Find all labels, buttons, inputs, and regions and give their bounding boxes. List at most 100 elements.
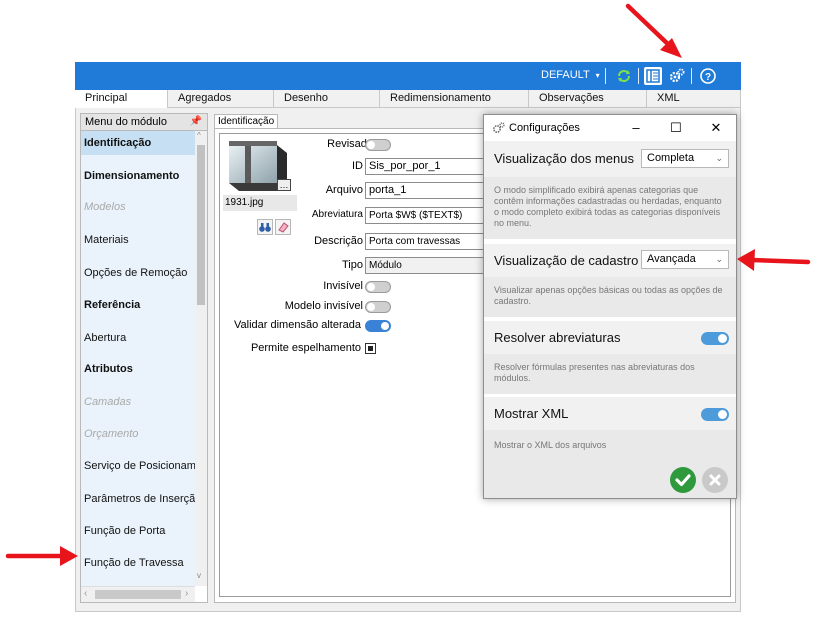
chevron-down-icon: ⌄ bbox=[715, 254, 723, 264]
confirm-button[interactable] bbox=[670, 467, 696, 493]
cancel-button[interactable] bbox=[702, 467, 728, 493]
eraser-icon[interactable] bbox=[275, 219, 291, 235]
annotation-arrow-settings bbox=[625, 3, 682, 58]
scroll-down-icon[interactable]: v bbox=[197, 571, 201, 580]
tab-desenho[interactable]: Desenho bbox=[274, 90, 380, 108]
toolbar-separator bbox=[638, 68, 639, 84]
help-icon[interactable]: ? bbox=[699, 67, 717, 85]
abreviatura-field[interactable]: Porta $W$ ($TEXT$) bbox=[365, 207, 485, 224]
arquivo-field[interactable]: porta_1 bbox=[365, 182, 485, 199]
tab-redimensionamento[interactable]: Redimensionamento bbox=[380, 90, 529, 108]
mostrar-xml-toggle[interactable] bbox=[701, 408, 729, 421]
binoculars-icon[interactable] bbox=[257, 219, 273, 235]
resolver-abreviaturas-label: Resolver abreviaturas bbox=[494, 330, 621, 345]
scroll-left-icon[interactable]: ‹ bbox=[84, 588, 87, 599]
menu-item-funcao-porta[interactable]: Função de Porta bbox=[81, 519, 195, 543]
layout-icon[interactable] bbox=[644, 67, 662, 85]
permite-espelhamento-label: Permite espelhamento bbox=[250, 342, 361, 354]
config-dialog-titlebar: Configurações – ☐ ✕ bbox=[484, 115, 736, 141]
menu-vertical-scrollbar[interactable]: ^ v bbox=[195, 131, 207, 586]
menu-item-materiais[interactable]: Materiais bbox=[81, 228, 195, 252]
descricao-label: Descrição bbox=[314, 235, 363, 247]
menu-item-referencia[interactable]: Referência bbox=[81, 293, 195, 317]
visualizacao-menus-select[interactable]: Completa ⌄ bbox=[641, 149, 729, 168]
annotation-arrow-cadastro bbox=[737, 249, 811, 271]
tab-xml[interactable]: XML bbox=[647, 90, 741, 108]
tipo-label: Tipo bbox=[342, 259, 363, 271]
id-label: ID bbox=[352, 160, 363, 172]
abreviaturas-desc-row: Resolver fórmulas presentes nas abreviat… bbox=[484, 354, 736, 394]
mostrar-xml-desc: Mostrar o XML dos arquivos bbox=[494, 440, 607, 450]
cadastro-desc-row: Visualizar apenas opções básicas ou toda… bbox=[484, 277, 736, 317]
toolbar-separator bbox=[691, 68, 692, 84]
profile-dropdown[interactable]: DEFAULT ▾ bbox=[541, 69, 600, 81]
chevron-down-icon: ⌄ bbox=[715, 153, 723, 163]
scrollbar-thumb[interactable] bbox=[197, 145, 205, 305]
tab-observacoes[interactable]: Observações bbox=[529, 90, 647, 108]
config-dialog-title: Configurações bbox=[509, 122, 580, 134]
menu-item-identificacao[interactable]: Identificação bbox=[81, 131, 195, 155]
menu-item-parametros-insercao[interactable]: Parâmetros de Inserção bbox=[81, 487, 195, 511]
visualizacao-menus-desc: O modo simplificado exibirá apenas categ… bbox=[494, 185, 722, 228]
config-dialog: Configurações – ☐ ✕ Visualização dos men… bbox=[483, 114, 737, 499]
x-icon bbox=[709, 474, 721, 486]
visualizacao-cadastro-desc: Visualizar apenas opções básicas ou toda… bbox=[494, 285, 723, 306]
module-menu-header: Menu do módulo 📌 bbox=[81, 114, 207, 131]
scrollbar-thumb[interactable] bbox=[95, 590, 181, 599]
svg-text:?: ? bbox=[705, 72, 711, 83]
menus-row: Visualização dos menus Completa ⌄ bbox=[484, 141, 736, 177]
main-tabs: Principal Agregados Desenho Redimensiona… bbox=[75, 90, 741, 108]
menu-item-orcamento: Orçamento bbox=[84, 428, 139, 440]
tab-principal[interactable]: Principal bbox=[75, 90, 168, 108]
module-menu-list: Identificação Dimensionamento Modelos Ma… bbox=[81, 131, 195, 586]
resolver-abreviaturas-desc: Resolver fórmulas presentes nas abreviat… bbox=[494, 362, 695, 383]
id-field[interactable]: Sis_por_por_1 bbox=[365, 158, 485, 175]
revisado-label: Revisado bbox=[327, 138, 373, 150]
modelo-invisivel-label: Modelo invisível bbox=[284, 300, 363, 312]
minimize-icon[interactable]: – bbox=[626, 119, 646, 137]
abreviaturas-row: Resolver abreviaturas bbox=[484, 321, 736, 354]
menu-item-dimensionamento[interactable]: Dimensionamento bbox=[81, 164, 195, 188]
revisado-toggle[interactable] bbox=[365, 139, 391, 151]
menu-item-opcoes-remocao[interactable]: Opções de Remoção bbox=[81, 261, 195, 285]
visualizacao-cadastro-value: Avançada bbox=[647, 253, 696, 265]
chevron-down-icon: ▾ bbox=[595, 71, 600, 80]
menu-item-funcao-travessa[interactable]: Função de Travessa bbox=[81, 551, 195, 575]
invisivel-label: Invisível bbox=[323, 280, 363, 292]
annotation-arrow-funcao-travessa bbox=[5, 546, 78, 566]
menu-item-abertura[interactable]: Abertura bbox=[81, 326, 195, 350]
arquivo-label: Arquivo bbox=[325, 184, 363, 196]
check-icon bbox=[675, 474, 691, 487]
tipo-select[interactable]: Módulo bbox=[365, 257, 485, 274]
invisivel-toggle[interactable] bbox=[365, 281, 391, 293]
visualizacao-cadastro-select[interactable]: Avançada ⌄ bbox=[641, 250, 729, 269]
tab-identificacao[interactable]: Identificação bbox=[214, 114, 278, 129]
xml-row: Mostrar XML bbox=[484, 397, 736, 430]
tab-agregados[interactable]: Agregados bbox=[168, 90, 274, 108]
menu-item-atributos[interactable]: Atributos bbox=[81, 357, 195, 381]
refresh-icon[interactable] bbox=[615, 67, 633, 85]
module-menu-title: Menu do módulo bbox=[85, 116, 167, 128]
module-menu: Menu do módulo 📌 Identificação Dimension… bbox=[80, 113, 208, 603]
resolver-abreviaturas-toggle[interactable] bbox=[701, 332, 729, 345]
visualizacao-menus-value: Completa bbox=[647, 152, 695, 164]
toolbar-separator bbox=[605, 68, 606, 84]
settings-gears-icon[interactable] bbox=[668, 67, 686, 85]
app-titlebar: DEFAULT ▾ ? bbox=[75, 62, 741, 90]
xml-desc-row: Mostrar o XML dos arquivos bbox=[484, 430, 736, 498]
menu-horizontal-scrollbar[interactable]: ‹ › bbox=[81, 586, 195, 602]
permite-espelhamento-checkbox[interactable] bbox=[365, 343, 376, 354]
maximize-icon[interactable]: ☐ bbox=[666, 119, 686, 137]
settings-gears-icon bbox=[492, 121, 506, 138]
pin-icon[interactable]: 📌 bbox=[190, 114, 202, 130]
menu-item-camadas: Camadas bbox=[84, 396, 132, 408]
modelo-invisivel-toggle[interactable] bbox=[365, 301, 391, 313]
descricao-field[interactable]: Porta com travessas bbox=[365, 233, 485, 250]
menu-item-servico-posicionamento[interactable]: Serviço de Posicionamento bbox=[81, 454, 195, 478]
scroll-right-icon[interactable]: › bbox=[185, 588, 188, 599]
validar-dimensao-toggle[interactable] bbox=[365, 320, 391, 332]
validar-dimensao-label: Validar dimensão alterada bbox=[234, 319, 361, 331]
scroll-up-icon[interactable]: ^ bbox=[197, 131, 201, 140]
menu-item-modelos: Modelos bbox=[84, 201, 126, 213]
close-icon[interactable]: ✕ bbox=[706, 119, 726, 137]
